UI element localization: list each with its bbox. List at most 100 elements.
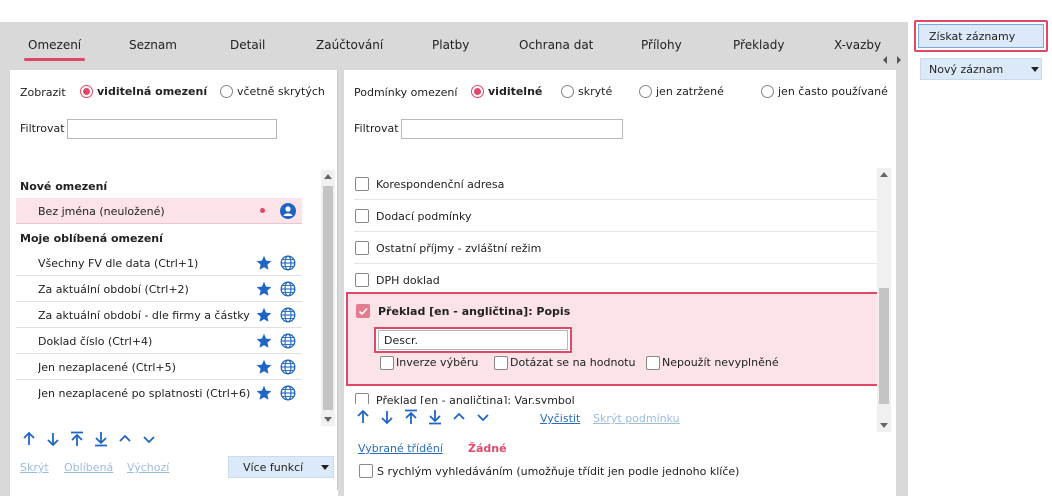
star-icon[interactable] <box>256 385 272 401</box>
filter-input[interactable] <box>67 119 277 139</box>
condition-checkbox[interactable] <box>355 209 369 223</box>
tab-ochrana-dat[interactable]: Ochrana dat <box>519 38 593 52</box>
tab-preklady[interactable]: Překlady <box>733 38 784 52</box>
move-top-arrow-icon[interactable] <box>402 408 420 426</box>
list-item[interactable]: Jen nezaplacené po splatnosti (Ctrl+6) <box>16 380 302 406</box>
tab-label: Ochrana dat <box>519 38 594 52</box>
skip-empty-checkbox[interactable] <box>646 356 660 370</box>
list-item[interactable]: Za aktuální období (Ctrl+2) <box>16 276 302 302</box>
hide-link[interactable]: Skrýt <box>20 461 49 474</box>
active-condition-block: Překlad [en - angličtina]: Popis Descr. … <box>346 292 880 386</box>
move-bottom-arrow-icon[interactable] <box>92 430 110 448</box>
chevron-up-icon[interactable] <box>450 408 468 426</box>
tab-detail[interactable]: Detail <box>230 38 265 52</box>
condition-row[interactable]: Překlad [en - angličtina]: Var.symbol <box>354 386 878 404</box>
list-item-label: Jen nezaplacené (Ctrl+5) <box>38 361 176 374</box>
list-item-label: Za aktuální období - dle firmy a částky … <box>38 309 250 322</box>
move-up-arrow-icon[interactable] <box>354 408 372 426</box>
move-down-arrow-icon[interactable] <box>44 430 62 448</box>
radio-checked-label: jen zatržené <box>656 85 724 98</box>
selected-sorting-link[interactable]: Vybrané třídění <box>358 442 443 455</box>
condition-checkbox[interactable] <box>355 273 369 287</box>
hide-condition-link[interactable]: Skrýt podmínku <box>593 412 680 425</box>
condition-checkbox[interactable] <box>355 241 369 255</box>
invert-checkbox[interactable] <box>380 356 394 370</box>
chevron-up-icon[interactable] <box>116 430 134 448</box>
condition-checkbox-checked[interactable] <box>356 304 370 318</box>
radio-visible-conditions[interactable] <box>471 85 484 98</box>
star-icon[interactable] <box>256 359 272 375</box>
scroll-up-icon[interactable] <box>877 168 891 182</box>
new-record-button[interactable]: Nový záznam <box>920 58 1042 80</box>
scroll-down-icon[interactable] <box>321 412 335 426</box>
condition-label: Ostatní příjmy - zvláštní režim <box>376 242 542 255</box>
radio-frequently-used[interactable] <box>761 85 774 98</box>
chevron-down-icon <box>321 465 329 470</box>
conditions-panel: Podmínky omezení viditelné skryté jen za… <box>344 70 896 490</box>
list-item-label: Za aktuální období (Ctrl+2) <box>38 283 189 296</box>
ask-value-checkbox[interactable] <box>494 356 508 370</box>
clear-link[interactable]: Vyčistit <box>540 412 580 425</box>
condition-value-input[interactable]: Descr. <box>378 330 568 350</box>
globe-icon[interactable] <box>280 385 296 401</box>
globe-icon[interactable] <box>280 255 296 271</box>
tab-x-vazby[interactable]: X-vazby <box>834 38 881 52</box>
tab-seznam[interactable]: Seznam <box>129 38 177 52</box>
globe-icon[interactable] <box>280 281 296 297</box>
favorite-link[interactable]: Oblíbená <box>64 461 113 474</box>
filter-label: Filtrovat <box>354 122 399 135</box>
tab-omezeni[interactable]: Omezení <box>23 38 86 61</box>
globe-icon[interactable] <box>280 333 296 349</box>
list-item[interactable]: Za aktuální období - dle firmy a částky … <box>16 302 302 328</box>
chevron-down-icon[interactable] <box>140 430 158 448</box>
star-icon[interactable] <box>256 333 272 349</box>
tab-label: Přílohy <box>641 38 682 52</box>
globe-icon[interactable] <box>280 307 296 323</box>
radio-hidden-conditions[interactable] <box>561 85 574 98</box>
condition-checkbox[interactable] <box>355 177 369 191</box>
tab-scroll-right-icon[interactable] <box>892 53 906 67</box>
conditions-scrollbar[interactable] <box>877 168 891 432</box>
conditions-filter-input[interactable] <box>401 119 623 139</box>
list-item-label: Bez jména (neuložené) <box>38 205 165 218</box>
user-icon[interactable] <box>280 203 296 219</box>
list-scrollbar[interactable] <box>321 170 335 426</box>
unsaved-dot-icon <box>260 208 265 213</box>
globe-icon[interactable] <box>280 359 296 375</box>
condition-row[interactable]: Dodací podmínky <box>354 200 878 232</box>
condition-row[interactable]: Korespondenční adresa <box>354 168 878 200</box>
star-icon[interactable] <box>256 255 272 271</box>
tab-platby[interactable]: Platby <box>432 38 469 52</box>
scroll-up-icon[interactable] <box>321 170 335 184</box>
chevron-down-icon[interactable] <box>474 408 492 426</box>
move-up-arrow-icon[interactable] <box>20 430 38 448</box>
condition-row[interactable]: Ostatní příjmy - zvláštní režim <box>354 232 878 264</box>
list-item-unsaved[interactable]: Bez jména (neuložené) <box>16 198 302 224</box>
scrollbar-thumb[interactable] <box>323 186 333 410</box>
condition-order-arrows <box>354 408 504 426</box>
move-bottom-arrow-icon[interactable] <box>426 408 444 426</box>
frame <box>896 66 908 496</box>
more-functions-button[interactable]: Více funkcí <box>228 456 334 478</box>
condition-checkbox[interactable] <box>355 393 369 404</box>
tab-label: Zaúčtování <box>316 38 384 52</box>
fetch-records-button[interactable]: Získat záznamy <box>918 24 1044 48</box>
quick-search-checkbox[interactable] <box>359 464 373 478</box>
list-item[interactable]: Všechny FV dle data (Ctrl+1) <box>16 250 302 276</box>
radio-include-hidden[interactable] <box>220 85 233 98</box>
move-down-arrow-icon[interactable] <box>378 408 396 426</box>
tab-label: Překlady <box>733 38 785 52</box>
list-item[interactable]: Jen nezaplacené (Ctrl+5) <box>16 354 302 380</box>
star-icon[interactable] <box>256 307 272 323</box>
default-link[interactable]: Výchozí <box>127 461 169 474</box>
radio-checked-only[interactable] <box>639 85 652 98</box>
tab-zauctovani[interactable]: Zaúčtování <box>316 38 383 52</box>
scrollbar-thumb[interactable] <box>879 288 889 404</box>
list-item[interactable]: Doklad číslo (Ctrl+4) <box>16 328 302 354</box>
star-icon[interactable] <box>256 281 272 297</box>
radio-visible-restrictions[interactable] <box>80 85 93 98</box>
tab-scroll-left-icon[interactable] <box>878 53 892 67</box>
scroll-down-icon[interactable] <box>877 418 891 432</box>
tab-prilohy[interactable]: Přílohy <box>641 38 682 52</box>
move-top-arrow-icon[interactable] <box>68 430 86 448</box>
